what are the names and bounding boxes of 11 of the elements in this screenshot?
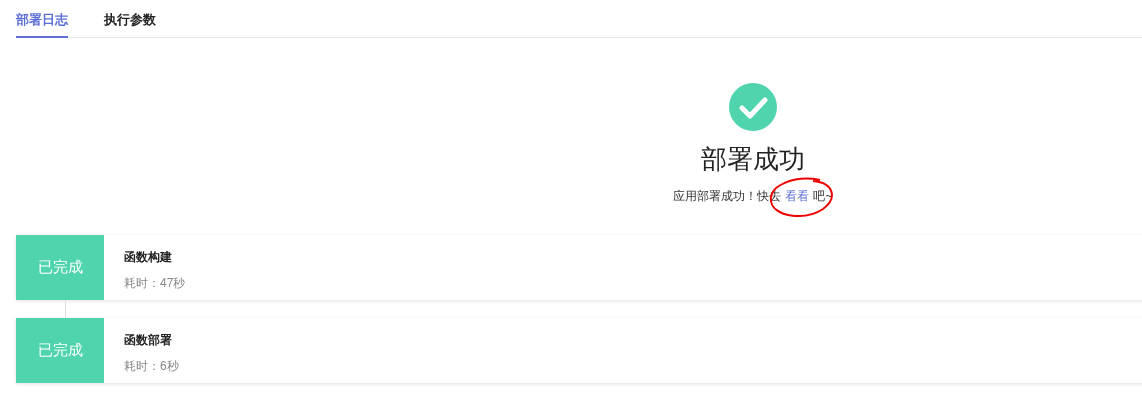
status-label: 已完成 <box>16 318 104 383</box>
step-duration: 耗时：47秒 <box>124 275 186 292</box>
check-circle-icon <box>729 83 777 131</box>
step-duration: 耗时：6秒 <box>124 358 179 375</box>
step-name: 函数部署 <box>124 332 173 349</box>
tab[interactable]: 执行参数 <box>104 9 156 38</box>
status-label: 已完成 <box>16 235 104 300</box>
tab[interactable]: 部署日志 <box>16 9 68 38</box>
step-name: 函数构建 <box>124 249 173 266</box>
result-title: 部署成功 <box>701 143 805 176</box>
view-link[interactable]: 看看 <box>785 187 810 205</box>
